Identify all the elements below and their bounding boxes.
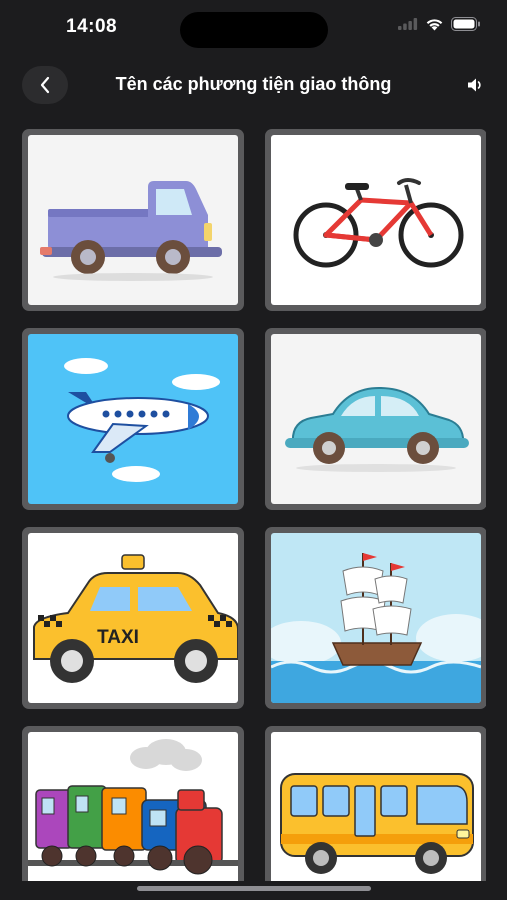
screen: 14:08 Tên các phương tiện giao thông TAX… [0, 0, 507, 900]
home-indicator [137, 886, 371, 891]
vehicle-card-sailing-ship[interactable] [265, 527, 486, 709]
vehicle-image-frame [271, 732, 481, 881]
status-time: 14:08 [66, 16, 118, 37]
vehicle-card-train[interactable] [22, 726, 244, 881]
back-button[interactable] [22, 66, 68, 104]
chevron-left-icon [40, 76, 50, 94]
speaker-icon [468, 78, 481, 92]
signal-icon [398, 18, 418, 30]
vehicle-image-frame [28, 334, 238, 504]
speaker-button[interactable] [465, 74, 487, 96]
taxi-sign-text: TAXI [97, 627, 139, 648]
vehicle-card-bicycle[interactable] [265, 129, 486, 311]
status-icons [398, 17, 481, 31]
dynamic-island [180, 12, 328, 48]
nav-bar: Tên các phương tiện giao thông [0, 60, 507, 112]
status-bar: 14:08 [0, 0, 507, 56]
vehicle-grid: TAXI [22, 129, 486, 881]
vehicle-image-frame [28, 135, 238, 305]
train-icon [28, 732, 238, 881]
vehicle-card-airplane[interactable] [22, 328, 244, 510]
vehicle-image-frame [271, 334, 481, 504]
vehicle-card-taxi[interactable]: TAXI [22, 527, 244, 709]
battery-icon [451, 17, 480, 31]
vehicle-image-frame [28, 732, 238, 881]
wifi-icon [426, 19, 443, 31]
vehicle-card-car[interactable] [265, 328, 486, 510]
airplane-icon [28, 334, 238, 504]
taxi-icon: TAXI [28, 533, 238, 703]
vehicle-card-bus[interactable] [265, 726, 486, 881]
vehicle-image-frame: TAXI [28, 533, 238, 703]
vehicle-card-pickup-truck[interactable] [22, 129, 244, 311]
pickup-truck-icon [28, 135, 238, 305]
vehicle-image-frame [271, 533, 481, 703]
car-icon [271, 334, 481, 504]
page-title: Tên các phương tiện giao thông [115, 74, 392, 94]
vehicle-image-frame [271, 135, 481, 305]
sailing-ship-icon [271, 533, 481, 703]
bicycle-icon [271, 135, 481, 305]
bus-icon [271, 732, 481, 881]
